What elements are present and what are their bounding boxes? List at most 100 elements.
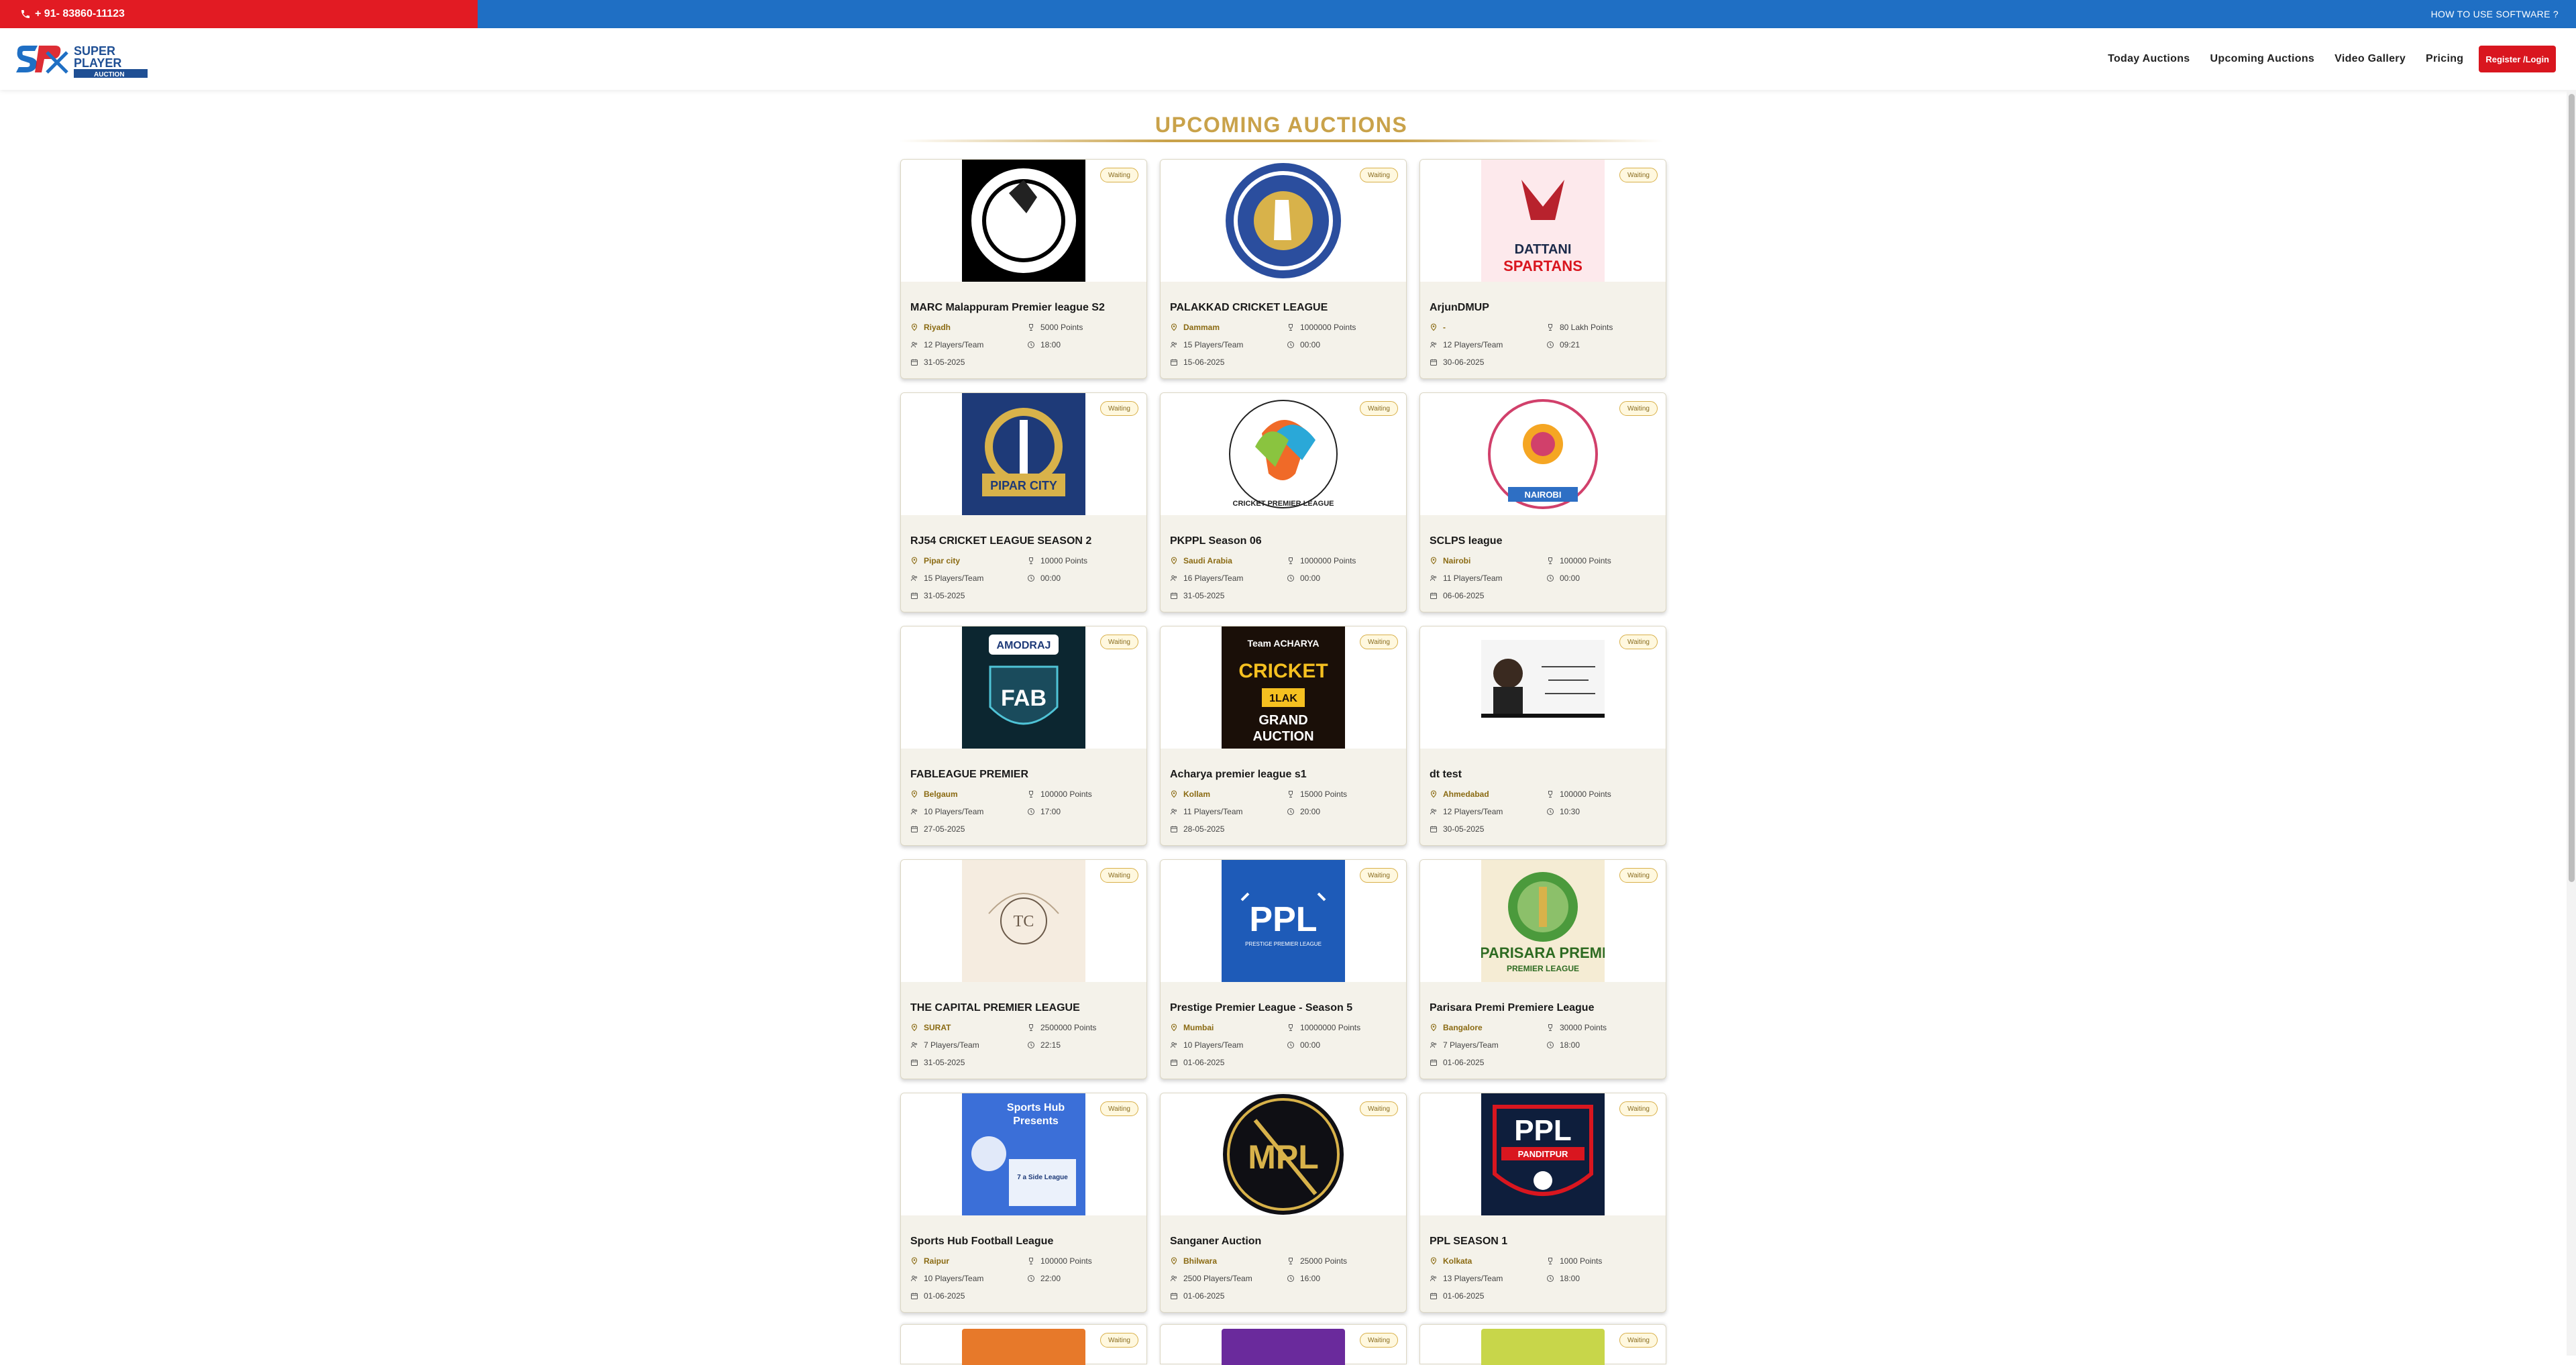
league-logo (1481, 626, 1605, 749)
phone-link[interactable]: + 91- 83860-11123 (0, 0, 478, 28)
auction-points: 100000 Points (1027, 789, 1092, 799)
status-badge: Waiting (1619, 868, 1658, 883)
auction-title[interactable]: Sanganer Auction (1170, 1236, 1261, 1248)
location-icon (1430, 557, 1437, 565)
auction-title[interactable]: PPL SEASON 1 (1430, 1236, 1507, 1248)
scrollbar-thumb[interactable] (2569, 94, 2575, 882)
auction-points: 15000 Points (1287, 789, 1347, 799)
top-bar: + 91- 83860-11123 HOW TO USE SOFTWARE ? (0, 0, 2576, 28)
auction-card[interactable]: Waiting dt test Ahmedabad 100000 Points … (1419, 626, 1666, 846)
calendar-icon (911, 826, 918, 832)
auction-title[interactable]: FABLEAGUE PREMIER (910, 769, 1028, 781)
auction-card[interactable]: Waiting (1160, 1324, 1407, 1365)
auction-time: 00:00 (1287, 340, 1320, 349)
auction-card[interactable]: NAIROBI Waiting SCLPS league Nairobi 100… (1419, 392, 1666, 612)
nav-pricing[interactable]: Pricing (2416, 53, 2473, 65)
auction-date: 01-06-2025 (910, 1291, 965, 1301)
auction-card[interactable]: Waiting (1419, 1324, 1666, 1365)
status-badge: Waiting (1100, 168, 1138, 182)
clock-icon (1028, 808, 1034, 815)
auction-players: 12 Players/Team (1430, 340, 1503, 349)
auction-location: SURAT (910, 1023, 951, 1032)
auction-location: Nairobi (1430, 556, 1470, 565)
auction-points: 10000 Points (1027, 556, 1087, 565)
auction-title[interactable]: Sports Hub Football League (910, 1236, 1053, 1248)
status-badge: Waiting (1619, 1101, 1658, 1116)
auction-players: 15 Players/Team (910, 574, 983, 583)
auction-title[interactable]: Acharya premier league s1 (1170, 769, 1307, 781)
svg-text:CRICKET: CRICKET (1238, 660, 1328, 682)
auction-title[interactable]: PALAKKAD CRICKET LEAGUE (1170, 302, 1328, 314)
auction-title[interactable]: PKPPL Season 06 (1170, 535, 1262, 547)
auction-time: 10:30 (1546, 807, 1580, 816)
svg-text:1LAK: 1LAK (1269, 693, 1297, 704)
brand-logo[interactable]: SUPER PLAYER AUCTION (15, 42, 152, 79)
svg-text:PARISARA PREMI: PARISARA PREMI (1481, 944, 1605, 961)
auction-title[interactable]: dt test (1430, 769, 1462, 781)
auction-card[interactable]: Waiting MARC Malappuram Premier league S… (900, 159, 1147, 379)
auction-card[interactable]: Sports Hub Presents 7 a Side League Waitin… (900, 1093, 1147, 1313)
clock-icon (1028, 1275, 1034, 1282)
auction-card[interactable]: Waiting PALAKKAD CRICKET LEAGUE Dammam 1… (1160, 159, 1407, 379)
calendar-icon (1171, 1059, 1177, 1066)
auction-location: Ahmedabad (1430, 789, 1489, 799)
nav-video-gallery[interactable]: Video Gallery (2324, 53, 2416, 65)
auction-card[interactable]: CRICKET PREMIER LEAGUE Waiting PKPPL Sea… (1160, 392, 1407, 612)
players-icon (911, 808, 918, 815)
auction-title[interactable]: ArjunDMUP (1430, 302, 1489, 314)
clock-icon (1287, 575, 1294, 582)
page-title: UPCOMING AUCTIONS (1155, 113, 1408, 137)
auction-card[interactable]: Team ACHARYA CRICKET 1LAK GRAND AUCTION Wait… (1160, 626, 1407, 846)
auction-grid-partial-row: Waiting Waiting Waiting (900, 1324, 1666, 1365)
auction-time: 00:00 (1546, 574, 1580, 583)
auction-card[interactable]: PPL PANDITPUR Waiting PPL SEASON 1 Kolkat… (1419, 1093, 1666, 1313)
status-badge: Waiting (1100, 401, 1138, 416)
auction-card[interactable]: PIPAR CITY Waiting RJ54 CRICKET LEAGUE S… (900, 392, 1147, 612)
auction-card[interactable]: AMODRAJ FAB Waiting FABLEAGUE PREMIER Bel… (900, 626, 1147, 846)
auction-points: 2500000 Points (1027, 1023, 1096, 1032)
auction-title[interactable]: RJ54 CRICKET LEAGUE SEASON 2 (910, 535, 1091, 547)
status-badge: Waiting (1619, 635, 1658, 649)
auction-time: 00:00 (1027, 574, 1061, 583)
league-logo: PPL PRESTIGE PREMIER LEAGUE (1222, 860, 1345, 982)
auction-location: Bhilwara (1170, 1256, 1217, 1266)
register-login-button[interactable]: Register /Login (2479, 46, 2556, 72)
auction-location: Pipar city (910, 556, 960, 565)
auction-time: 17:00 (1027, 807, 1061, 816)
calendar-icon (1430, 592, 1437, 599)
trophy-icon (1289, 324, 1293, 331)
auction-title[interactable]: Parisara Premi Premiere League (1430, 1002, 1594, 1014)
status-badge: Waiting (1360, 1333, 1398, 1348)
auction-card[interactable]: Waiting (900, 1324, 1147, 1365)
auction-players: 11 Players/Team (1170, 807, 1242, 816)
league-logo (1481, 1329, 1605, 1365)
auction-card[interactable]: PPL PRESTIGE PREMIER LEAGUE Waiting Prest… (1160, 859, 1407, 1079)
location-icon (1430, 790, 1437, 798)
how-to-use-link[interactable]: HOW TO USE SOFTWARE ? (2431, 0, 2559, 28)
calendar-icon (1430, 1059, 1437, 1066)
status-badge: Waiting (1360, 635, 1398, 649)
auction-card[interactable]: PARISARA PREMI PREMIER LEAGUE Waiting Par… (1419, 859, 1666, 1079)
auction-points: 1000 Points (1546, 1256, 1602, 1266)
auction-title[interactable]: MARC Malappuram Premier league S2 (910, 302, 1105, 314)
nav-today-auctions[interactable]: Today Auctions (2098, 53, 2200, 65)
auction-players: 12 Players/Team (1430, 807, 1503, 816)
auction-date: 31-05-2025 (910, 591, 965, 600)
players-icon (911, 1275, 918, 1282)
auction-title[interactable]: Prestige Premier League - Season 5 (1170, 1002, 1352, 1014)
auction-title[interactable]: THE CAPITAL PREMIER LEAGUE (910, 1002, 1080, 1014)
nav-upcoming-auctions[interactable]: Upcoming Auctions (2200, 53, 2325, 65)
auction-title[interactable]: SCLPS league (1430, 535, 1502, 547)
auction-card[interactable]: MPL Waiting Sanganer Auction Bhilwara 25… (1160, 1093, 1407, 1313)
auction-points: 100000 Points (1546, 556, 1611, 565)
status-badge: Waiting (1360, 1101, 1398, 1116)
location-icon (1430, 323, 1437, 331)
auction-location: Saudi Arabia (1170, 556, 1232, 565)
auction-time: 22:15 (1027, 1040, 1061, 1050)
auction-date: 30-06-2025 (1430, 358, 1484, 367)
trophy-icon (1289, 557, 1293, 564)
svg-text:PRESTIGE PREMIER LEAGUE: PRESTIGE PREMIER LEAGUE (1245, 941, 1322, 947)
auction-card[interactable]: TC Waiting THE CAPITAL PREMIER LEAGUE SU… (900, 859, 1147, 1079)
clock-icon (1287, 1275, 1294, 1282)
auction-card[interactable]: DATTANI SPARTANS Waiting ArjunDMUP - 80 L… (1419, 159, 1666, 379)
